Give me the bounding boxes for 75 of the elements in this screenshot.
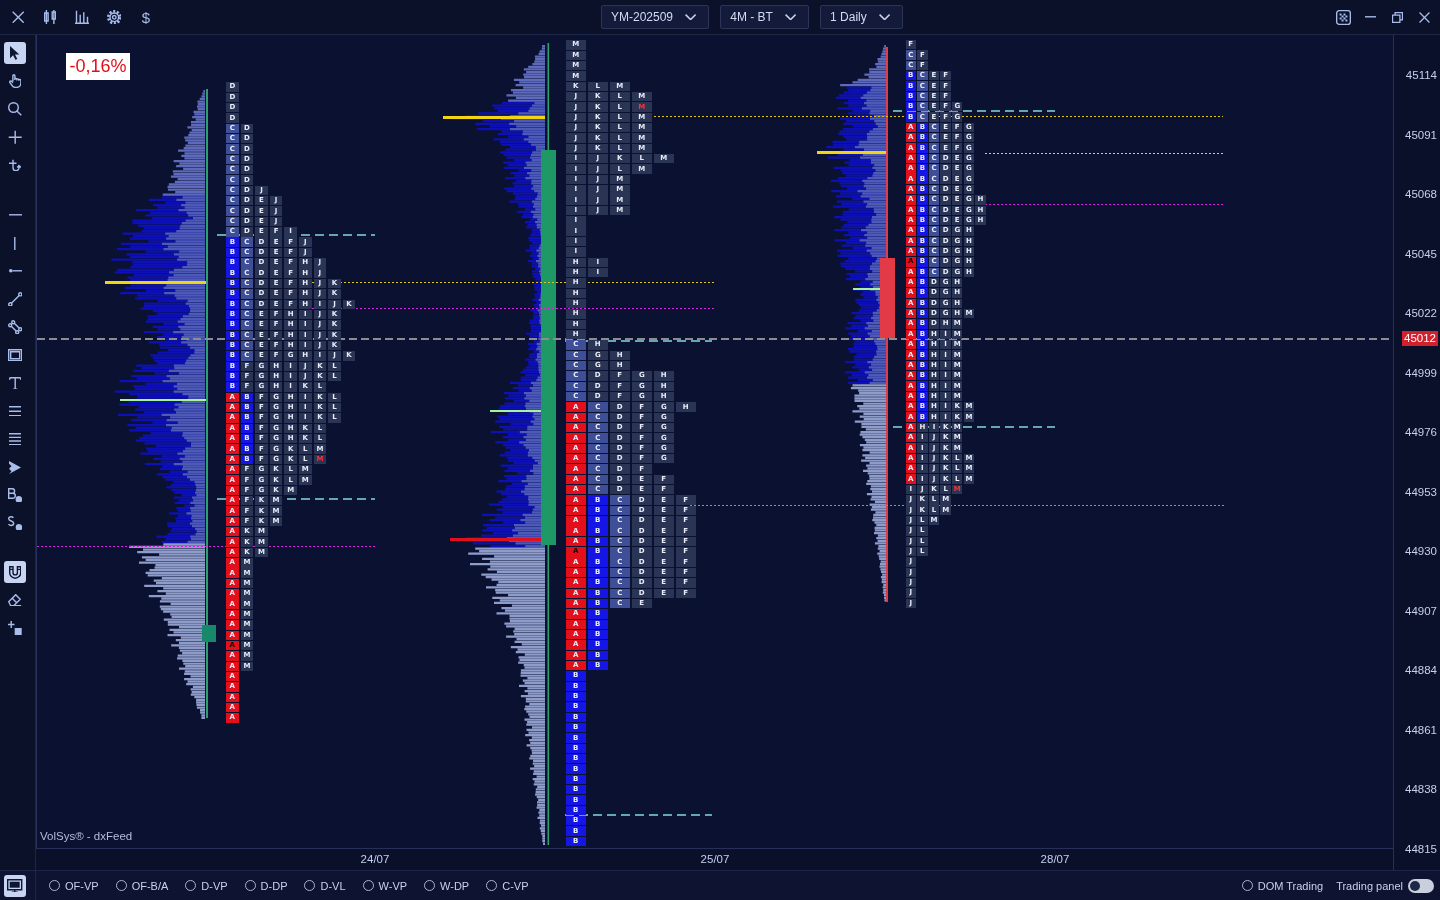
date-label: 28/07: [1040, 853, 1070, 865]
chevron-down-icon: [685, 13, 697, 21]
three-lines-icon: [9, 405, 21, 417]
settings-icon: [106, 9, 122, 25]
tool-button[interactable]: [4, 42, 26, 64]
price-label: 44930: [1405, 544, 1437, 559]
monitor-icon: [7, 878, 23, 893]
change-badge: -0,16%: [66, 53, 130, 80]
checkered-square-icon: [1335, 9, 1351, 25]
current-price-label: 45012: [1402, 331, 1438, 346]
layout-toggle-button[interactable]: [1333, 7, 1353, 27]
candlestick-icon: [43, 10, 57, 24]
vertical-line-icon: [14, 236, 16, 250]
plus-icon: [7, 129, 23, 145]
hand-icon: [8, 73, 22, 89]
toggle-label: Trading panel: [1336, 879, 1403, 892]
candle-body: [202, 625, 216, 642]
radio-label[interactable]: C-VP: [502, 879, 529, 892]
price-label: 44999: [1405, 365, 1437, 380]
horizontal-ray-icon: [8, 269, 22, 273]
horizontal-line-icon: [8, 214, 22, 216]
letter-coin-icon: [7, 515, 23, 531]
magnet-icon: [8, 565, 22, 579]
radio-label[interactable]: W-DP: [440, 879, 470, 892]
trend-line-icon: [7, 291, 23, 307]
dropdown[interactable]: YM-202509: [601, 5, 710, 29]
chevron-down-icon: [878, 13, 890, 21]
price-label: 45045: [1405, 246, 1437, 261]
price-label: 44815: [1405, 842, 1437, 856]
price-label: 45114: [1405, 68, 1437, 82]
price-label: 45068: [1405, 187, 1437, 202]
date-label: 24/07: [360, 853, 390, 865]
radio-label[interactable]: D-VP: [201, 879, 228, 892]
chevron-down-icon: [784, 13, 797, 21]
level-marker-line: [817, 150, 886, 154]
close-icon: [1418, 11, 1430, 23]
currency-button[interactable]: $: [136, 7, 156, 27]
price-label: 44907: [1405, 603, 1437, 618]
tool-button[interactable]: [4, 561, 26, 583]
radio-label[interactable]: D-VL: [320, 879, 346, 892]
radio-label[interactable]: OF-VP: [65, 879, 99, 892]
dropdown[interactable]: 1 Daily: [820, 5, 903, 29]
minimize-icon: [1364, 16, 1376, 18]
pointer-arrow-icon: [10, 46, 20, 60]
settings-button[interactable]: [104, 7, 124, 27]
letter-coin-icon: [7, 487, 23, 503]
level-marker-line: [490, 410, 541, 412]
level-marker-line: [853, 288, 880, 290]
radio-label[interactable]: W-VP: [378, 879, 408, 892]
radio-label[interactable]: OF-B/A: [131, 879, 169, 892]
toggle-switch[interactable]: [1408, 878, 1434, 893]
radio-label[interactable]: DOM Trading: [1257, 879, 1324, 892]
eraser-icon: [8, 593, 22, 607]
price-label: 44861: [1405, 722, 1437, 737]
price-label: 45091: [1405, 127, 1437, 142]
parallel-channel-icon: [7, 319, 23, 335]
hook-icon: [8, 158, 22, 172]
date-label: 25/07: [700, 853, 730, 865]
dropdown[interactable]: 4M - BT: [720, 5, 810, 29]
restore-icon: [1391, 11, 1403, 23]
close-icon: [11, 10, 25, 24]
price-label: 45022: [1405, 306, 1437, 321]
radio-label[interactable]: D-DP: [260, 879, 288, 892]
bar-chart-icon: [75, 10, 89, 24]
add-shape-icon: [8, 621, 22, 635]
text-tool-icon: [8, 376, 22, 390]
price-label: 44884: [1405, 663, 1437, 678]
sawtooth-triangle-icon: [9, 460, 21, 474]
price-label: 44838: [1405, 782, 1437, 797]
four-lines-icon: [9, 432, 21, 446]
search-icon: [8, 102, 22, 116]
price-label: 44976: [1405, 425, 1437, 440]
data-source-label: VolSys® - dxFeed: [40, 830, 133, 842]
layout-button[interactable]: [4, 874, 26, 897]
price-label: 44953: [1405, 484, 1437, 499]
